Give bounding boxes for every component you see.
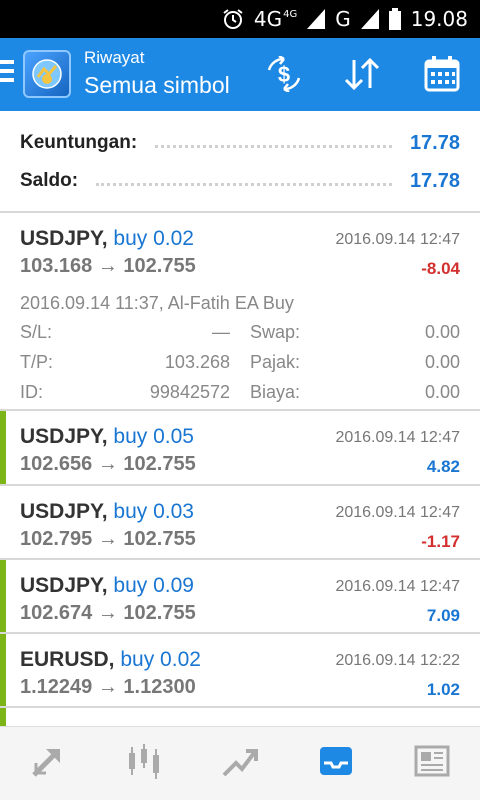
screen-title[interactable]: Semua simbol [84, 70, 230, 100]
menu-icon[interactable] [0, 60, 14, 88]
bottom-navigation [0, 726, 480, 800]
signal-icon-2 [360, 9, 379, 29]
deal-symbol: USDJPY, buy 0.09 [20, 574, 194, 597]
profit-label: Keuntungan: [20, 132, 138, 153]
signal-icon [307, 9, 326, 29]
deal-item[interactable]: EURUSD, buy 0.02 2016.09.14 12:22 1.1224… [0, 634, 480, 708]
tp-label: T/P: [20, 352, 54, 372]
sl-label: S/L: [20, 322, 53, 342]
id-label: ID: [20, 382, 44, 402]
alarm-icon [222, 8, 244, 30]
nav-news[interactable] [384, 727, 480, 800]
deal-prices: 103.168 → 102.755 [20, 255, 196, 277]
app-logo[interactable] [23, 50, 71, 98]
news-icon [412, 741, 452, 786]
deal-item-expanded[interactable]: USDJPY, buy 0.02 2016.09.14 12:47 103.16… [0, 213, 480, 411]
deal-status-bar [0, 634, 6, 706]
deal-profit: -1.17 [421, 532, 460, 551]
svg-text:$: $ [278, 62, 290, 87]
deal-symbol: USDJPY, buy 0.02 [20, 227, 194, 250]
trend-icon [220, 741, 260, 786]
trade-icon [28, 741, 68, 786]
deal-item[interactable]: USDJPY, buy 0.05 2016.09.14 12:47 102.65… [0, 411, 480, 486]
deal-item-partial[interactable] [0, 708, 480, 726]
deal-profit: 4.82 [426, 457, 460, 476]
nav-chart[interactable] [192, 727, 288, 800]
deal-prices: 1.12249 → 1.12300 [20, 676, 196, 698]
history-inbox-icon [316, 741, 356, 786]
balance-label: Saldo: [20, 170, 79, 191]
deal-status-bar [0, 411, 6, 484]
swap-label: Swap: [250, 322, 301, 342]
deal-profit: 7.09 [426, 606, 460, 625]
deal-time: 2016.09.14 12:47 [335, 504, 460, 521]
sort-icon[interactable] [340, 54, 384, 94]
deal-time: 2016.09.14 12:22 [335, 652, 460, 669]
deal-time: 2016.09.14 12:47 [335, 429, 460, 446]
deal-profit: -8.04 [421, 259, 460, 278]
deal-profit: 1.02 [426, 680, 460, 699]
app-bar: Riwayat Semua simbol $ [0, 38, 480, 111]
id-value: 99842572 [149, 382, 230, 402]
account-summary: Keuntungan: 17.78 Saldo: 17.78 [0, 111, 480, 213]
deal-prices: 102.795 → 102.755 [20, 528, 196, 550]
deal-time: 2016.09.14 12:47 [335, 231, 460, 248]
profit-row: Keuntungan: 17.78 [20, 128, 460, 158]
status-bar: 4G 4G G 19.08 [0, 0, 480, 38]
network-4g: 4G 4G [253, 7, 298, 31]
tp-value: 103.268 [164, 352, 230, 372]
profit-value: 17.78 [409, 131, 460, 154]
fee-value: 0.00 [424, 382, 460, 402]
currency-exchange-icon[interactable]: $ [262, 54, 306, 94]
nav-quotes[interactable] [96, 727, 192, 800]
calendar-icon[interactable] [420, 54, 464, 94]
tax-value: 0.00 [424, 352, 460, 372]
deal-details: 2016.09.14 11:37, Al-Fatih EA Buy S/L: —… [20, 289, 460, 407]
sl-value: — [212, 322, 230, 342]
dotted-leader [155, 144, 392, 148]
screen-subtitle: Riwayat [84, 48, 145, 67]
nav-trade[interactable] [0, 727, 96, 800]
deal-prices: 102.674 → 102.755 [20, 602, 196, 624]
network-g: G [335, 7, 351, 31]
fee-label: Biaya: [250, 382, 301, 402]
balance-row: Saldo: 17.78 [20, 166, 460, 196]
chart-candles-icon [124, 741, 164, 786]
clock-time: 19.08 [410, 7, 468, 31]
deal-time: 2016.09.14 12:47 [335, 578, 460, 595]
dotted-leader [96, 182, 392, 186]
battery-icon [388, 8, 401, 30]
deal-item[interactable]: USDJPY, buy 0.09 2016.09.14 12:47 102.67… [0, 560, 480, 634]
deal-symbol: EURUSD, buy 0.02 [20, 648, 201, 671]
deal-symbol: USDJPY, buy 0.03 [20, 500, 194, 523]
nav-history[interactable] [288, 727, 384, 800]
deal-prices: 102.656 → 102.755 [20, 453, 196, 475]
deal-open-info: 2016.09.14 11:37, Al-Fatih EA Buy [20, 293, 294, 313]
balance-value: 17.78 [409, 169, 460, 192]
swap-value: 0.00 [424, 322, 460, 342]
deal-item[interactable]: USDJPY, buy 0.03 2016.09.14 12:47 102.79… [0, 486, 480, 560]
deal-status-bar [0, 560, 6, 632]
tax-label: Pajak: [250, 352, 301, 372]
deal-symbol: USDJPY, buy 0.05 [20, 425, 194, 448]
deal-status-bar [0, 708, 6, 726]
